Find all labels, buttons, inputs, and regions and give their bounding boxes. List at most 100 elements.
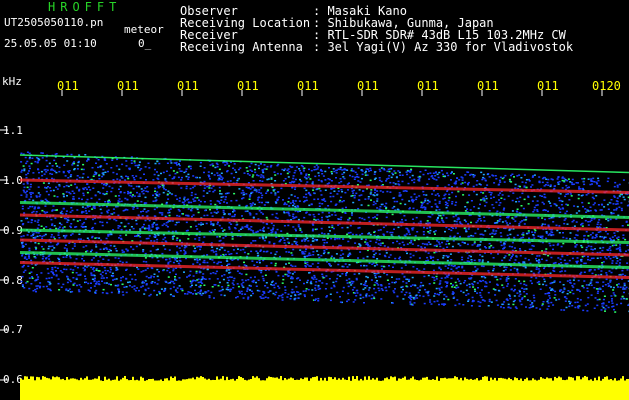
noise-pixel xyxy=(607,282,610,285)
noise-pixel xyxy=(482,197,485,200)
noise-pixel xyxy=(600,203,603,206)
noise-pixel xyxy=(130,159,133,162)
noise-pixel xyxy=(475,221,478,224)
noise-pixel xyxy=(590,284,593,286)
noise-pixel xyxy=(594,237,597,239)
noise-pixel xyxy=(142,192,145,195)
noise-pixel xyxy=(599,223,602,226)
noise-pixel xyxy=(610,300,613,302)
noise-pixel xyxy=(533,195,536,198)
noise-pixel xyxy=(553,280,556,282)
noise-pixel xyxy=(429,301,432,303)
noise-pixel xyxy=(28,277,31,279)
noise-pixel xyxy=(89,250,92,253)
noise-pixel xyxy=(203,278,206,280)
noise-pixel xyxy=(71,164,74,166)
noise-pixel xyxy=(83,221,86,224)
noise-pixel xyxy=(484,281,487,283)
noise-pixel xyxy=(246,288,249,291)
noise-pixel xyxy=(354,176,357,178)
noise-pixel xyxy=(509,269,512,271)
noise-pixel xyxy=(572,292,575,295)
noise-pixel xyxy=(432,189,435,192)
noise-pixel xyxy=(245,186,248,189)
noise-pixel xyxy=(242,191,245,194)
noise-pixel xyxy=(437,176,440,179)
noise-pixel xyxy=(597,204,600,206)
noise-pixel xyxy=(350,280,353,283)
noise-pixel xyxy=(130,246,132,248)
noise-pixel xyxy=(378,177,381,179)
noise-pixel xyxy=(344,169,347,171)
noise-pixel xyxy=(261,275,264,278)
noise-pixel xyxy=(347,285,350,288)
noise-pixel xyxy=(385,289,388,292)
noise-pixel xyxy=(290,295,293,297)
noise-pixel xyxy=(393,170,396,172)
noise-pixel xyxy=(374,216,376,218)
noise-pixel xyxy=(481,261,484,263)
noise-pixel xyxy=(373,173,376,175)
noise-pixel xyxy=(516,268,519,270)
noise-pixel xyxy=(373,287,376,290)
noise-pixel xyxy=(506,285,509,287)
noise-pixel xyxy=(271,281,274,283)
noise-pixel xyxy=(573,225,576,227)
noise-pixel xyxy=(433,279,436,281)
noise-pixel xyxy=(456,177,458,179)
noise-pixel xyxy=(277,196,280,198)
noise-pixel xyxy=(285,263,287,265)
noise-pixel xyxy=(366,276,369,279)
noise-pixel xyxy=(503,257,506,259)
noise-pixel xyxy=(492,207,495,209)
noise-pixel xyxy=(339,178,342,180)
noise-pixel xyxy=(168,271,171,274)
noise-pixel xyxy=(554,185,556,187)
noise-pixel xyxy=(135,175,138,177)
noise-pixel xyxy=(232,279,235,282)
noise-pixel xyxy=(494,175,497,177)
noise-pixel xyxy=(601,249,604,252)
noise-pixel xyxy=(574,306,577,309)
noise-pixel xyxy=(114,247,117,250)
noise-pixel xyxy=(572,219,575,222)
noise-pixel xyxy=(464,206,467,208)
noise-pixel xyxy=(470,234,473,237)
noise-pixel xyxy=(455,201,458,204)
noise-pixel xyxy=(37,242,40,245)
noise-pixel xyxy=(146,215,149,217)
noise-pixel xyxy=(321,170,324,172)
noise-pixel xyxy=(92,187,95,189)
noise-pixel xyxy=(532,245,535,247)
noise-pixel xyxy=(27,265,30,267)
noise-pixel xyxy=(162,269,165,272)
noise-pixel xyxy=(382,226,385,229)
noise-pixel xyxy=(118,201,121,203)
noise-pixel xyxy=(335,177,337,179)
noise-pixel xyxy=(620,298,623,300)
noise-pixel xyxy=(415,294,418,296)
noise-pixel xyxy=(42,285,45,288)
noise-pixel xyxy=(175,239,178,241)
noise-pixel xyxy=(262,213,264,215)
noise-pixel xyxy=(107,201,110,203)
noise-pixel xyxy=(431,193,434,195)
noise-pixel xyxy=(376,258,379,260)
noise-pixel xyxy=(353,197,356,199)
noise-pixel xyxy=(69,280,72,283)
noise-pixel xyxy=(251,186,254,189)
noise-pixel xyxy=(364,241,367,243)
noise-pixel xyxy=(199,245,202,248)
noise-pixel xyxy=(552,234,555,236)
noise-pixel xyxy=(438,221,441,223)
noise-pixel xyxy=(171,220,174,222)
noise-pixel xyxy=(533,174,536,176)
noise-pixel xyxy=(146,267,149,270)
noise-pixel xyxy=(479,233,482,236)
noise-pixel xyxy=(273,286,276,289)
noise-pixel xyxy=(509,222,511,225)
noise-pixel xyxy=(622,179,625,181)
noise-pixel xyxy=(105,237,108,240)
noise-pixel xyxy=(445,206,448,209)
noise-pixel xyxy=(155,224,158,226)
